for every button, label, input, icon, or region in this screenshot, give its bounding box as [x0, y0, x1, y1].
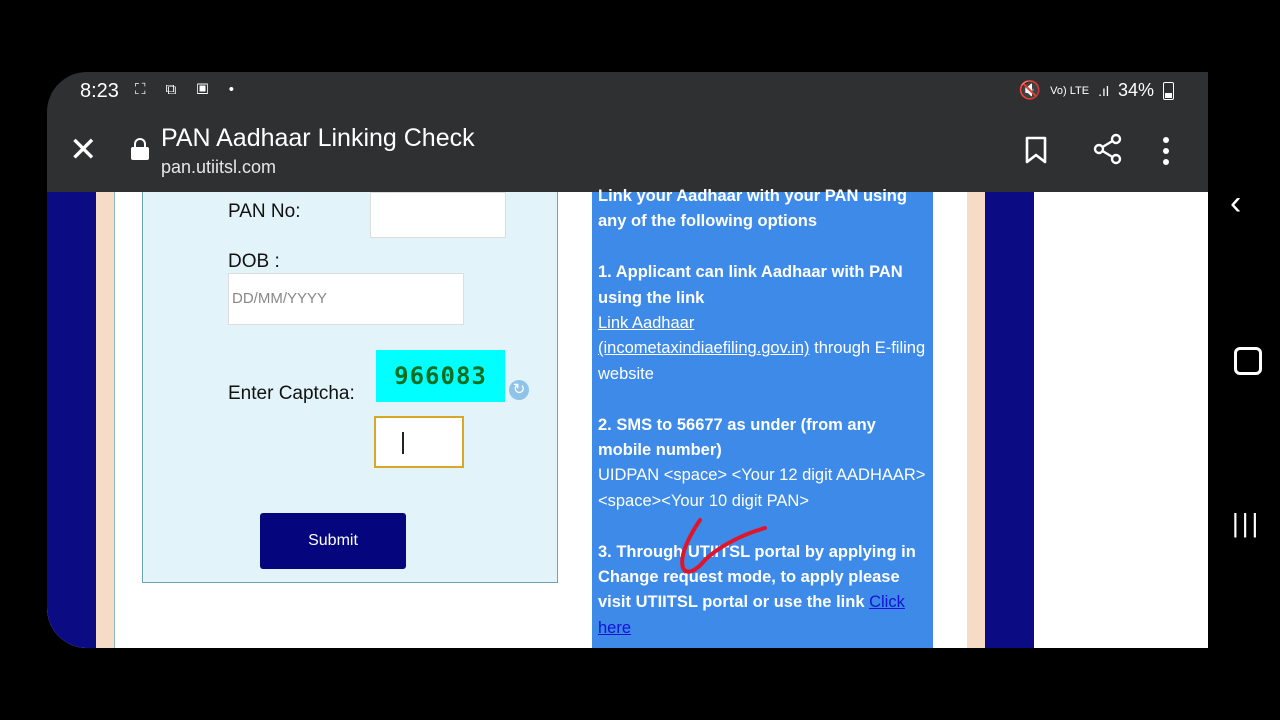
left-border-band: [47, 192, 96, 648]
bookmark-icon[interactable]: [1025, 136, 1047, 164]
notification-icons: ⛶ ⧉ ▣ •: [135, 81, 242, 98]
lte-signal-icon: Vo) LTE: [1050, 84, 1090, 97]
dob-input[interactable]: DD/MM/YYYY: [228, 273, 464, 325]
mute-icon: 🔇: [1018, 80, 1042, 100]
options-intro: Link your Aadhaar with your PAN using an…: [598, 187, 907, 231]
page-title: PAN Aadhaar Linking Check: [161, 124, 475, 152]
option2-heading: 2. SMS to 56677 as under (from any mobil…: [598, 415, 876, 460]
text-cursor: [402, 432, 404, 454]
link-aadhaar-link[interactable]: Link Aadhaar: [598, 314, 694, 332]
more-options-icon[interactable]: [1162, 136, 1170, 166]
pan-label: PAN No:: [228, 201, 301, 222]
left-peach-band: [96, 192, 114, 648]
battery-percent: 34%: [1117, 80, 1154, 100]
right-peach-band: [967, 192, 985, 648]
refresh-captcha-icon[interactable]: ↻: [509, 380, 529, 400]
phone-screen: 8:23 ⛶ ⧉ ▣ • 🔇 Vo) LTE .ıl 34% ✕ PAN Aad…: [47, 72, 1208, 648]
submit-button[interactable]: Submit: [260, 513, 406, 569]
page-url[interactable]: pan.utiitsl.com: [161, 157, 276, 178]
pan-input[interactable]: [370, 192, 506, 238]
back-icon[interactable]: ‹: [1230, 184, 1241, 223]
browser-toolbar: ✕ PAN Aadhaar Linking Check pan.utiitsl.…: [47, 110, 1208, 192]
captcha-input[interactable]: [374, 416, 464, 468]
recents-icon[interactable]: |||: [1232, 508, 1261, 539]
linking-options-panel: Link your Aadhaar with your PAN using an…: [592, 187, 933, 648]
lock-icon: [131, 138, 149, 160]
efiling-link[interactable]: (incometaxindiaefiling.gov.in): [598, 339, 810, 357]
dob-label: DOB :: [228, 251, 280, 272]
option3-text: 3. Through UTIITSL portal by applying in…: [598, 540, 928, 642]
option1-heading: 1. Applicant can link Aadhaar with PAN u…: [598, 263, 903, 307]
option1-body: Link Aadhaar (incometaxindiaefiling.gov.i…: [598, 311, 928, 387]
home-icon[interactable]: [1234, 347, 1262, 375]
android-nav-bar: ‹ |||: [1208, 72, 1280, 648]
status-icons-right: 🔇 Vo) LTE .ıl 34%: [1019, 80, 1174, 101]
close-icon[interactable]: ✕: [69, 133, 98, 167]
pan-aadhaar-form: PAN No: DOB : DD/MM/YYYY Enter Captcha: …: [142, 192, 558, 583]
captcha-image: 966083: [376, 350, 505, 402]
battery-icon: [1163, 81, 1174, 100]
captcha-label: Enter Captcha:: [228, 383, 355, 404]
share-icon[interactable]: [1093, 133, 1123, 165]
option2-body: UIDPAN <space> <Your 12 digit AADHAAR> <…: [598, 466, 926, 510]
status-bar: 8:23 ⛶ ⧉ ▣ • 🔇 Vo) LTE .ıl 34%: [47, 72, 1208, 110]
right-border-band: [985, 192, 1034, 648]
web-content: PAN No: DOB : DD/MM/YYYY Enter Captcha: …: [47, 187, 1208, 648]
status-time: 8:23: [80, 80, 119, 102]
signal-bars-icon: .ıl: [1098, 82, 1109, 99]
